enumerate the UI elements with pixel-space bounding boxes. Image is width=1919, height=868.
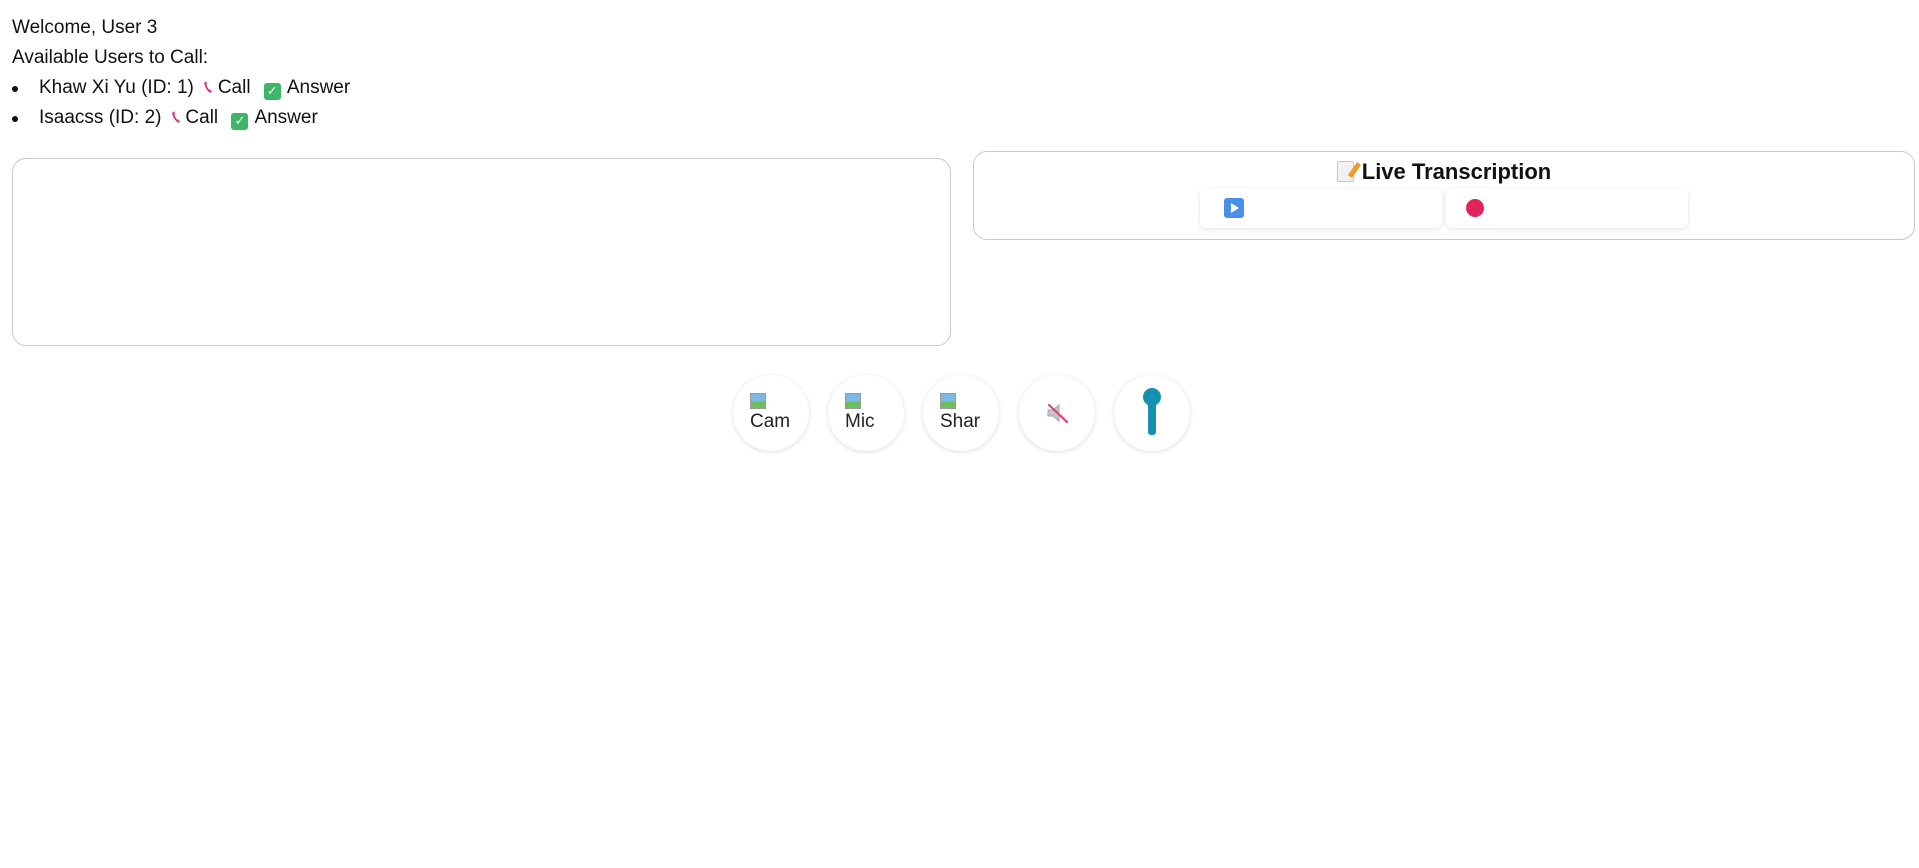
mic-icon: Mic (845, 393, 887, 435)
speaker-muted-icon (1047, 403, 1069, 424)
start-transcription-button[interactable] (1200, 188, 1442, 228)
camera-icon: Cam (750, 393, 792, 435)
check-icon: ✓ (263, 83, 281, 100)
bullet-icon (12, 86, 18, 92)
answer-button[interactable]: ✓ Answer (263, 74, 351, 102)
user-name: Khaw Xi Yu (ID: 1) (39, 77, 194, 98)
end-call-button[interactable] (1114, 375, 1190, 451)
call-label: Call (185, 107, 219, 128)
available-users-label: Available Users to Call: (12, 47, 209, 68)
user-list: Khaw Xi Yu (ID: 1) 📞︎ Call ✓ Answer Isaacs… (12, 74, 358, 134)
transcription-title: Live Transcription (974, 158, 1914, 186)
call-button[interactable]: 📞︎ Call (170, 104, 219, 132)
video-container (12, 158, 951, 346)
mic-toggle-button[interactable]: Mic (828, 375, 904, 451)
broken-image-icon (940, 393, 956, 409)
transcription-title-text: Live Transcription (1361, 159, 1552, 184)
broken-image-icon (750, 393, 766, 409)
bullet-icon (12, 116, 18, 122)
stop-transcription-button[interactable] (1446, 188, 1688, 228)
mic-alt-text: Mic (845, 411, 875, 432)
screen-share-button[interactable]: Shar (923, 375, 999, 451)
answer-label: Answer (254, 107, 318, 128)
app-root: Welcome, User 3 Available Users to Call:… (0, 0, 1919, 868)
share-alt-text: Shar (940, 411, 981, 432)
camera-alt-text: Cam (750, 411, 791, 432)
call-label: Call (217, 77, 251, 98)
user-list-item: Khaw Xi Yu (ID: 1) 📞︎ Call ✓ Answer (12, 74, 358, 104)
answer-label: Answer (286, 77, 351, 98)
phone-icon: 📞︎ (170, 106, 182, 129)
play-icon (1224, 198, 1244, 218)
phone-icon: 📞︎ (203, 76, 214, 99)
user-list-item: Isaacss (ID: 2) 📞︎ Call ✓ Answer (12, 104, 358, 134)
end-call-icon (1143, 388, 1161, 435)
call-button[interactable]: 📞︎ Call (203, 74, 251, 102)
answer-button[interactable]: ✓ Answer (231, 104, 318, 132)
transcription-panel: Live Transcription (973, 151, 1915, 240)
memo-icon (1336, 161, 1354, 182)
check-icon: ✓ (231, 113, 249, 130)
camera-toggle-button[interactable]: Cam (733, 375, 809, 451)
mute-speaker-button[interactable] (1019, 375, 1095, 451)
record-icon (1466, 199, 1484, 217)
welcome-text: Welcome, User 3 (12, 17, 158, 38)
user-name: Isaacss (ID: 2) (39, 107, 162, 128)
broken-image-icon (845, 393, 861, 409)
share-icon: Shar (940, 393, 982, 435)
